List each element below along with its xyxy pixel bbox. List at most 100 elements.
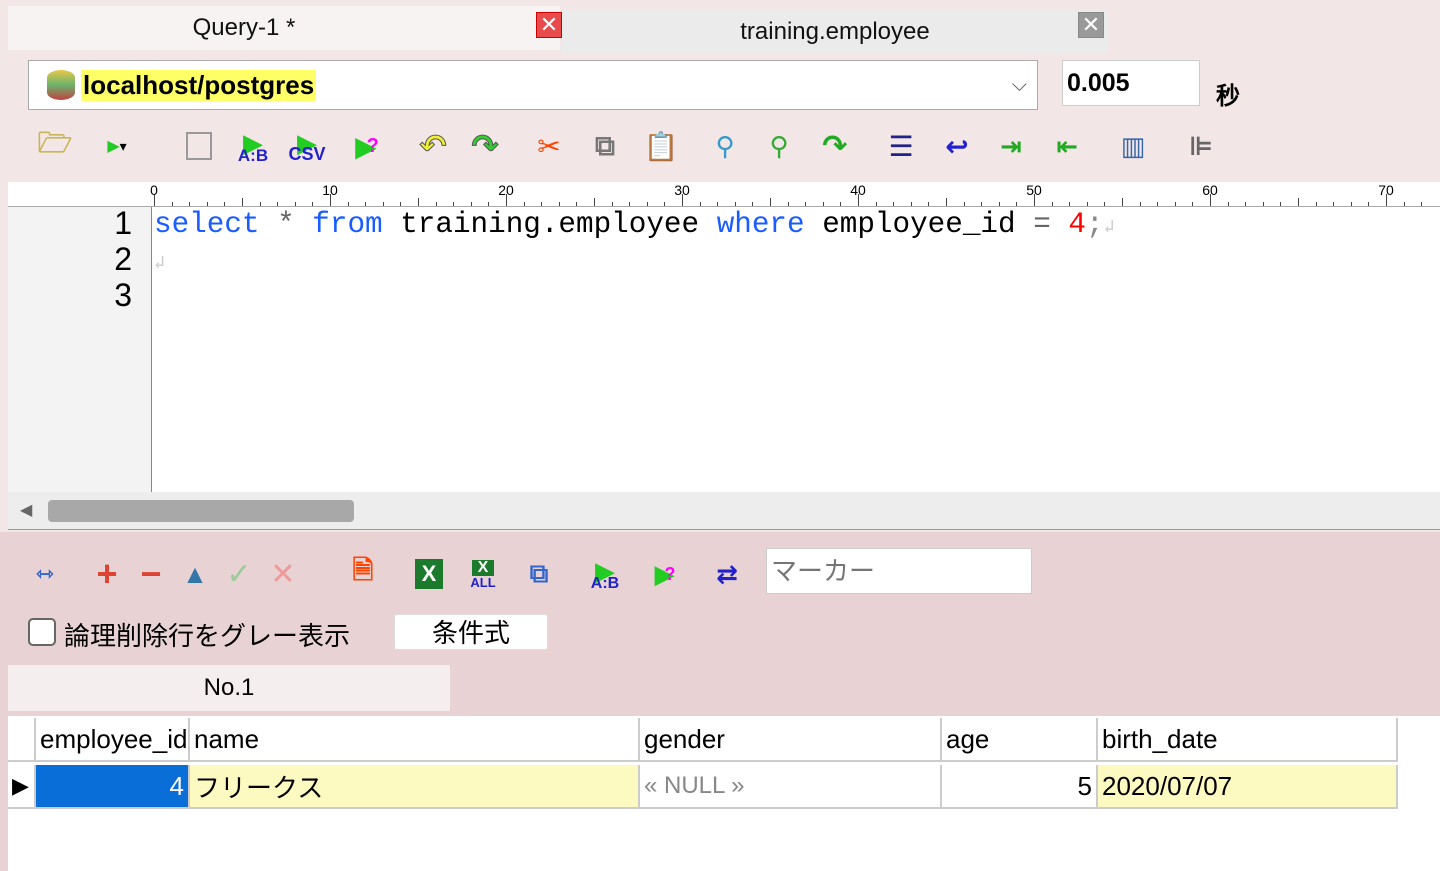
cell-employee-id[interactable]: 4 [36, 765, 190, 809]
compare-icon[interactable]: ▶ A:B [236, 128, 270, 165]
excel-all-icon[interactable]: X ALL [466, 556, 500, 592]
fit-columns-icon[interactable]: ⇿ [28, 556, 62, 592]
move-up-icon[interactable]: ▲ [178, 556, 212, 592]
gray-deleted-rows-checkbox[interactable] [28, 618, 56, 646]
stop-icon[interactable] [182, 128, 216, 164]
explain-icon[interactable]: ▶? [350, 128, 384, 164]
ruler-tick [1139, 202, 1141, 206]
tab-query-1[interactable]: Query-1 * ✕ [8, 6, 562, 50]
tab-label: Query-1 * [192, 14, 296, 41]
ruler-tick [1350, 202, 1352, 206]
operator: * [277, 208, 295, 241]
paste-icon[interactable]: 📋 [644, 128, 679, 164]
chevron-down-icon[interactable]: ⌵ [1012, 74, 1027, 97]
scrollbar-thumb[interactable] [48, 500, 354, 522]
ruler-label: 70 [1378, 182, 1394, 198]
elapsed-time-field: 0.005 [1062, 60, 1200, 106]
transpose-icon[interactable]: ⇄ [710, 556, 744, 592]
delete-row-icon[interactable]: − [134, 553, 168, 594]
export-icon[interactable]: 🗎 [346, 555, 380, 592]
ruler-tick [1192, 202, 1194, 206]
open-icon[interactable]: 🗁 [38, 127, 73, 164]
tab-training-employee[interactable]: training.employee ✕ [562, 10, 1108, 54]
commit-icon[interactable]: ✓ [222, 556, 256, 592]
ruler-tick [717, 202, 719, 206]
ruler-tick [1227, 202, 1229, 206]
close-tab-icon[interactable]: ✕ [1078, 12, 1104, 38]
condition-button[interactable]: 条件式 [394, 614, 548, 650]
row-indicator-icon[interactable]: ▶ [8, 765, 36, 809]
jump-icon[interactable]: ↷ [818, 128, 852, 164]
ruler-tick [171, 202, 173, 206]
outdent-icon[interactable]: ⇤ [1050, 128, 1084, 164]
identifier: employee_id [822, 208, 1016, 241]
explain-icon[interactable]: ▶? [648, 556, 682, 592]
all-label: ALL [470, 574, 496, 590]
tree-icon[interactable]: ⊫ [1184, 128, 1218, 164]
ruler-tick [1280, 202, 1282, 206]
excel-icon[interactable]: X [412, 556, 446, 592]
compare-icon[interactable]: ▶ A:B [588, 556, 622, 592]
search-icon[interactable]: ⚲ [708, 128, 742, 164]
indent-icon[interactable]: ⇥ [994, 128, 1028, 164]
column-header[interactable]: employee_id [36, 718, 190, 762]
execute-icon[interactable]: ▶ ▾ [100, 128, 134, 164]
column-header[interactable]: name [190, 718, 640, 762]
ruler-tick [558, 202, 560, 206]
tab-label: training.employee [740, 18, 930, 45]
align-icon[interactable]: ☰ [884, 128, 918, 164]
ab-label: A:B [590, 575, 620, 592]
time-unit-label: 秒 [1216, 83, 1240, 110]
horizontal-scrollbar[interactable]: ◀ [8, 492, 1440, 530]
redo-icon[interactable]: ↷ [468, 128, 502, 165]
ruler-label: 40 [850, 182, 866, 198]
ruler-tick [1368, 202, 1370, 206]
replace-icon[interactable]: ⚲ [762, 128, 796, 164]
copy-rows-icon[interactable]: ⧉ [522, 556, 556, 592]
cancel-icon[interactable]: ✕ [266, 556, 300, 592]
ruler-tick [523, 202, 525, 206]
ruler-label: 10 [322, 182, 338, 198]
wrap-icon[interactable]: ↩ [940, 128, 974, 164]
cell-gender[interactable]: « NULL » [640, 765, 942, 809]
keyword: where [716, 208, 805, 241]
ruler-tick [1122, 198, 1123, 206]
ruler-tick [963, 202, 965, 206]
ruler-label: 60 [1202, 182, 1218, 198]
csv-icon[interactable]: ▶ CSV [289, 128, 326, 164]
ruler-tick [875, 202, 877, 206]
ruler-tick [822, 202, 824, 206]
ruler-label: 0 [150, 182, 158, 198]
result-tab-no1[interactable]: No.1 [8, 665, 450, 711]
cut-icon[interactable]: ✂ [532, 128, 566, 164]
column-header[interactable]: birth_date [1098, 718, 1398, 762]
column-header[interactable]: age [942, 718, 1098, 762]
ruler-tick [418, 198, 419, 206]
ruler-tick [1421, 202, 1423, 206]
row-header-corner [8, 718, 36, 762]
copy-icon[interactable]: ⧉ [588, 128, 622, 164]
ruler-tick [576, 202, 578, 206]
close-tab-icon[interactable]: ✕ [536, 12, 562, 38]
marker-input[interactable] [766, 548, 1032, 594]
ruler-tick [699, 202, 701, 206]
column-header[interactable]: gender [640, 718, 942, 762]
add-row-icon[interactable]: + [90, 553, 124, 594]
cell-name[interactable]: フリークス [190, 765, 640, 809]
connection-select[interactable]: localhost/postgres ⌵ [28, 60, 1038, 110]
cell-age[interactable]: 5 [942, 765, 1098, 809]
ruler-tick [189, 202, 191, 206]
undo-icon[interactable]: ↶ [416, 128, 450, 165]
ruler-tick [1086, 202, 1088, 206]
ruler-tick [646, 202, 648, 206]
cell-birth-date[interactable]: 2020/07/07 [1098, 765, 1398, 809]
layout-icon[interactable]: ▥ [1116, 128, 1150, 164]
ruler-tick [1315, 202, 1317, 206]
ruler-tick [1016, 202, 1018, 206]
scroll-left-icon[interactable]: ◀ [20, 500, 32, 520]
sql-editor[interactable] [8, 207, 1440, 492]
ruler-tick [1245, 202, 1247, 206]
ab-label: A:B [237, 146, 269, 165]
connection-value: localhost/postgres [81, 69, 317, 101]
line-number: 1 [114, 205, 132, 241]
